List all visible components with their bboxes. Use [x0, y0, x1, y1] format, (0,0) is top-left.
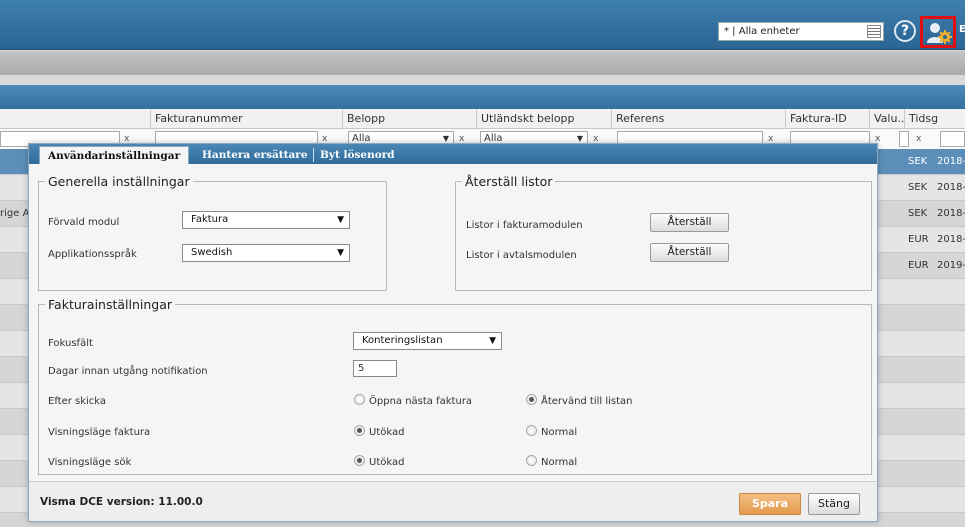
chevron-down-icon: ▼ — [337, 248, 344, 258]
contract-lists-label: Listor i avtalsmodulen — [466, 250, 577, 261]
invoice-settings-legend: Fakturainställningar — [48, 297, 173, 312]
section-header-bar — [0, 85, 965, 109]
column-header-faktura-id[interactable]: Faktura-ID — [785, 109, 869, 129]
close-button[interactable]: Stäng — [808, 493, 860, 515]
currency-cell: SEK — [908, 182, 928, 193]
date-cell: 2019- — [937, 260, 965, 271]
default-module-select[interactable]: Faktura ▼ — [182, 211, 350, 229]
invoice-lists-label: Listor i fakturamodulen — [466, 220, 583, 231]
column-header-belopp[interactable]: Belopp — [342, 109, 476, 129]
currency-cell: EUR — [908, 234, 929, 245]
currency-cell: SEK — [908, 208, 928, 219]
currency-cell: EUR — [908, 260, 929, 271]
days-notification-label: Dagar innan utgång notifikation — [48, 366, 208, 377]
column-header-tidsgrans[interactable]: Tidsg — [904, 109, 965, 129]
default-module-label: Förvald modul — [48, 217, 120, 228]
after-send-return-label: Återvänd till listan — [541, 396, 633, 407]
view-invoice-label: Visningsläge faktura — [48, 427, 151, 438]
chevron-down-icon: ▼ — [489, 336, 496, 346]
default-module-value: Faktura — [191, 214, 229, 225]
help-icon[interactable]: ? — [894, 20, 916, 42]
user-settings-dialog: Användarinställningar Hantera ersättare … — [28, 143, 878, 522]
tab-manage-substitutes[interactable]: Hantera ersättare — [202, 146, 308, 164]
general-settings-group: Generella inställningar — [38, 174, 387, 291]
reset-lists-group: Återställ listor — [455, 174, 872, 291]
focus-field-label: Fokusfält — [48, 338, 93, 349]
chevron-down-icon: ▼ — [337, 215, 344, 225]
filter-input[interactable] — [940, 131, 965, 147]
top-bar: * | Alla enheter ? E — [0, 0, 965, 50]
dialog-footer: Visma DCE version: 11.00.0 Spara Stäng — [29, 481, 877, 521]
language-value: Swedish — [191, 247, 233, 258]
view-invoice-extended-label: Utökad — [369, 427, 405, 438]
column-header-referens[interactable]: Referens — [611, 109, 785, 129]
general-settings-legend: Generella inställningar — [48, 174, 190, 189]
user-settings-icon — [927, 23, 952, 44]
after-send-next-radio[interactable] — [354, 394, 365, 405]
view-search-normal-radio[interactable] — [526, 455, 537, 466]
reset-lists-legend: Återställ listor — [465, 174, 553, 189]
column-header-utlandskt-belopp[interactable]: Utländskt belopp — [476, 109, 611, 129]
language-select[interactable]: Swedish ▼ — [182, 244, 350, 262]
date-cell: 2018- — [937, 156, 965, 167]
after-send-return-radio[interactable] — [526, 394, 537, 405]
view-search-extended-radio[interactable] — [354, 455, 365, 466]
date-cell: 2018- — [937, 234, 965, 245]
view-search-label: Visningsläge sök — [48, 457, 132, 468]
tab-user-settings[interactable]: Användarinställningar — [39, 146, 190, 164]
list-icon[interactable] — [867, 25, 881, 38]
dialog-tab-bar: Användarinställningar Hantera ersättare … — [29, 144, 877, 164]
column-header-valuta[interactable]: Valu... — [869, 109, 904, 129]
clear-filter-icon[interactable]: x — [916, 134, 921, 144]
after-send-label: Efter skicka — [48, 396, 107, 407]
view-search-normal-label: Normal — [541, 457, 578, 468]
view-search-extended-label: Utökad — [369, 457, 405, 468]
currency-cell: SEK — [908, 156, 928, 167]
after-send-next-label: Öppna nästa faktura — [369, 396, 473, 407]
view-invoice-normal-label: Normal — [541, 427, 578, 438]
unit-select[interactable]: * | Alla enheter — [718, 22, 884, 41]
reset-contract-lists-button[interactable]: Återställ — [650, 243, 729, 262]
days-notification-input[interactable]: 5 — [353, 360, 397, 377]
unit-select-value: * | Alla enheter — [724, 26, 800, 37]
view-invoice-normal-radio[interactable] — [526, 425, 537, 436]
version-text: Visma DCE version: 11.00.0 — [40, 496, 203, 508]
focus-field-value: Konteringslistan — [362, 335, 443, 346]
focus-field-select[interactable]: Konteringslistan ▼ — [353, 332, 502, 350]
tab-change-password[interactable]: Byt lösenord — [320, 146, 395, 164]
toolbar-strip — [0, 51, 965, 75]
filter-checkbox[interactable] — [899, 131, 909, 147]
reset-invoice-lists-button[interactable]: Återställ — [650, 213, 729, 232]
user-initial[interactable]: E — [959, 24, 965, 35]
grid-header: Fakturanummer Belopp Utländskt belopp Re… — [0, 109, 965, 129]
column-header-fakturanummer[interactable]: Fakturanummer — [150, 109, 342, 129]
language-label: Applikationsspråk — [48, 249, 137, 260]
invoice-settings-group: Fakturainställningar — [38, 297, 872, 475]
view-invoice-extended-radio[interactable] — [354, 425, 365, 436]
user-settings-button[interactable] — [920, 16, 956, 48]
tab-separator — [313, 148, 314, 162]
date-cell: 2018- — [937, 182, 965, 193]
date-cell: 2018- — [937, 208, 965, 219]
save-button[interactable]: Spara — [739, 493, 801, 515]
